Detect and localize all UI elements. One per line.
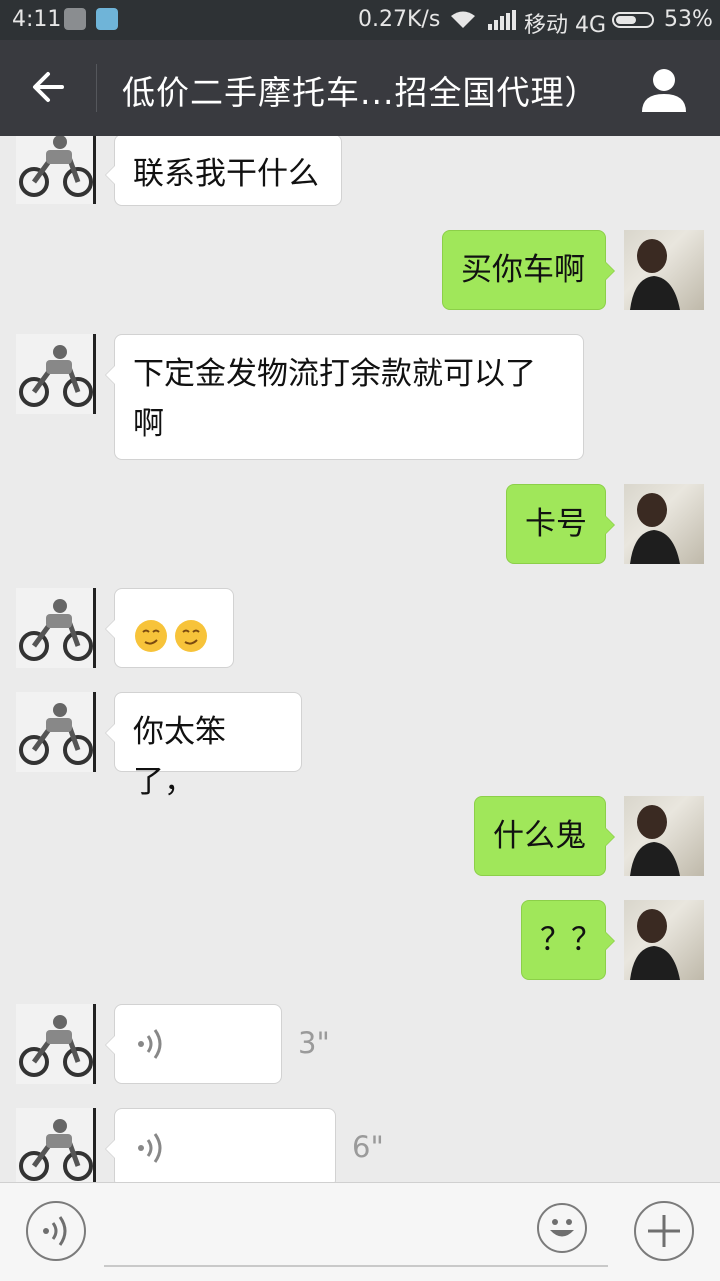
contact-avatar[interactable] [16,1004,96,1084]
my-avatar[interactable] [624,230,704,310]
smirk-emoji-icon [175,619,207,652]
voice-message-bubble[interactable] [105,1004,282,1084]
status-bar: 4:11 0.27K/s 移动 4G 53% [0,0,720,40]
message-text: 联系我干什么 [133,156,319,192]
message-bubble-outgoing[interactable]: 什么鬼 [474,796,615,876]
carrier-label: 移动 4G [524,13,607,38]
motorcycle-icon [19,345,93,407]
message-text: 卡号 [525,506,587,542]
title-divider [96,64,97,112]
my-avatar[interactable] [624,796,704,876]
voice-input-button[interactable] [26,1201,86,1261]
person-photo-icon [630,805,680,876]
message-bubble-incoming[interactable]: 你太笨了， [105,692,302,800]
status-time: 4:11 [12,7,62,32]
person-photo-icon [630,493,680,564]
wifi-icon [451,11,475,28]
message-text: 你太笨了， [133,714,226,800]
message-bubble-incoming[interactable] [105,588,234,668]
motorcycle-icon [19,599,93,661]
person-photo-icon [630,909,680,980]
profile-icon[interactable] [640,66,688,112]
motorcycle-icon [19,1015,93,1077]
contact-avatar[interactable] [16,692,96,772]
message-text: 买你车啊 [461,252,585,288]
voice-wave-icon [138,1133,162,1163]
title-bar: 低价二手摩托车...招全国代理） [0,40,720,136]
voice-duration: 6" [352,1130,384,1164]
message-input[interactable] [104,1265,608,1267]
voice-message-bubble[interactable] [105,1108,336,1182]
smiley-icon [550,1219,574,1237]
message-bubble-outgoing[interactable]: 卡号 [506,484,615,564]
input-bar [0,1182,720,1281]
chat-title: 低价二手摩托车...招全国代理） [122,73,599,112]
my-avatar[interactable] [624,484,704,564]
message-bubble-outgoing[interactable]: 买你车啊 [442,230,615,310]
app-notification-icon-2 [96,8,118,30]
voice-icon [43,1216,67,1246]
battery-percent: 53% [664,7,713,32]
person-photo-icon [630,239,680,310]
motorcycle-icon [19,703,93,765]
message-text: ？？ [540,922,602,958]
emoji-button[interactable] [537,1203,587,1253]
back-arrow-icon[interactable] [28,66,70,108]
plus-icon [648,1215,680,1247]
app-notification-icon [64,8,86,30]
motorcycle-icon [19,136,93,197]
more-button[interactable] [634,1201,694,1261]
message-text: 什么鬼 [493,818,586,854]
contact-avatar[interactable] [16,136,96,204]
motorcycle-icon [19,1119,93,1181]
contact-avatar[interactable] [16,334,96,414]
message-text: 下定金发物流打余款就可以了啊 [133,356,536,442]
contact-avatar[interactable] [16,1108,96,1182]
contact-avatar[interactable] [16,588,96,668]
voice-wave-icon [138,1029,162,1059]
smirk-emoji-icon [135,619,167,652]
battery-icon [612,12,654,28]
message-bubble-outgoing[interactable]: ？？ [521,900,615,980]
chat-area[interactable]: 联系我干什么 买你车啊 下定金发物流打余款就可以了啊 卡号 你太笨了， 什么鬼 … [0,136,720,1182]
my-avatar[interactable] [624,900,704,980]
network-speed: 0.27K/s [358,7,441,32]
signal-icon [488,10,516,30]
message-bubble-incoming[interactable]: 下定金发物流打余款就可以了啊 [105,334,584,460]
voice-duration: 3" [298,1026,330,1060]
message-bubble-incoming[interactable]: 联系我干什么 [105,136,342,206]
